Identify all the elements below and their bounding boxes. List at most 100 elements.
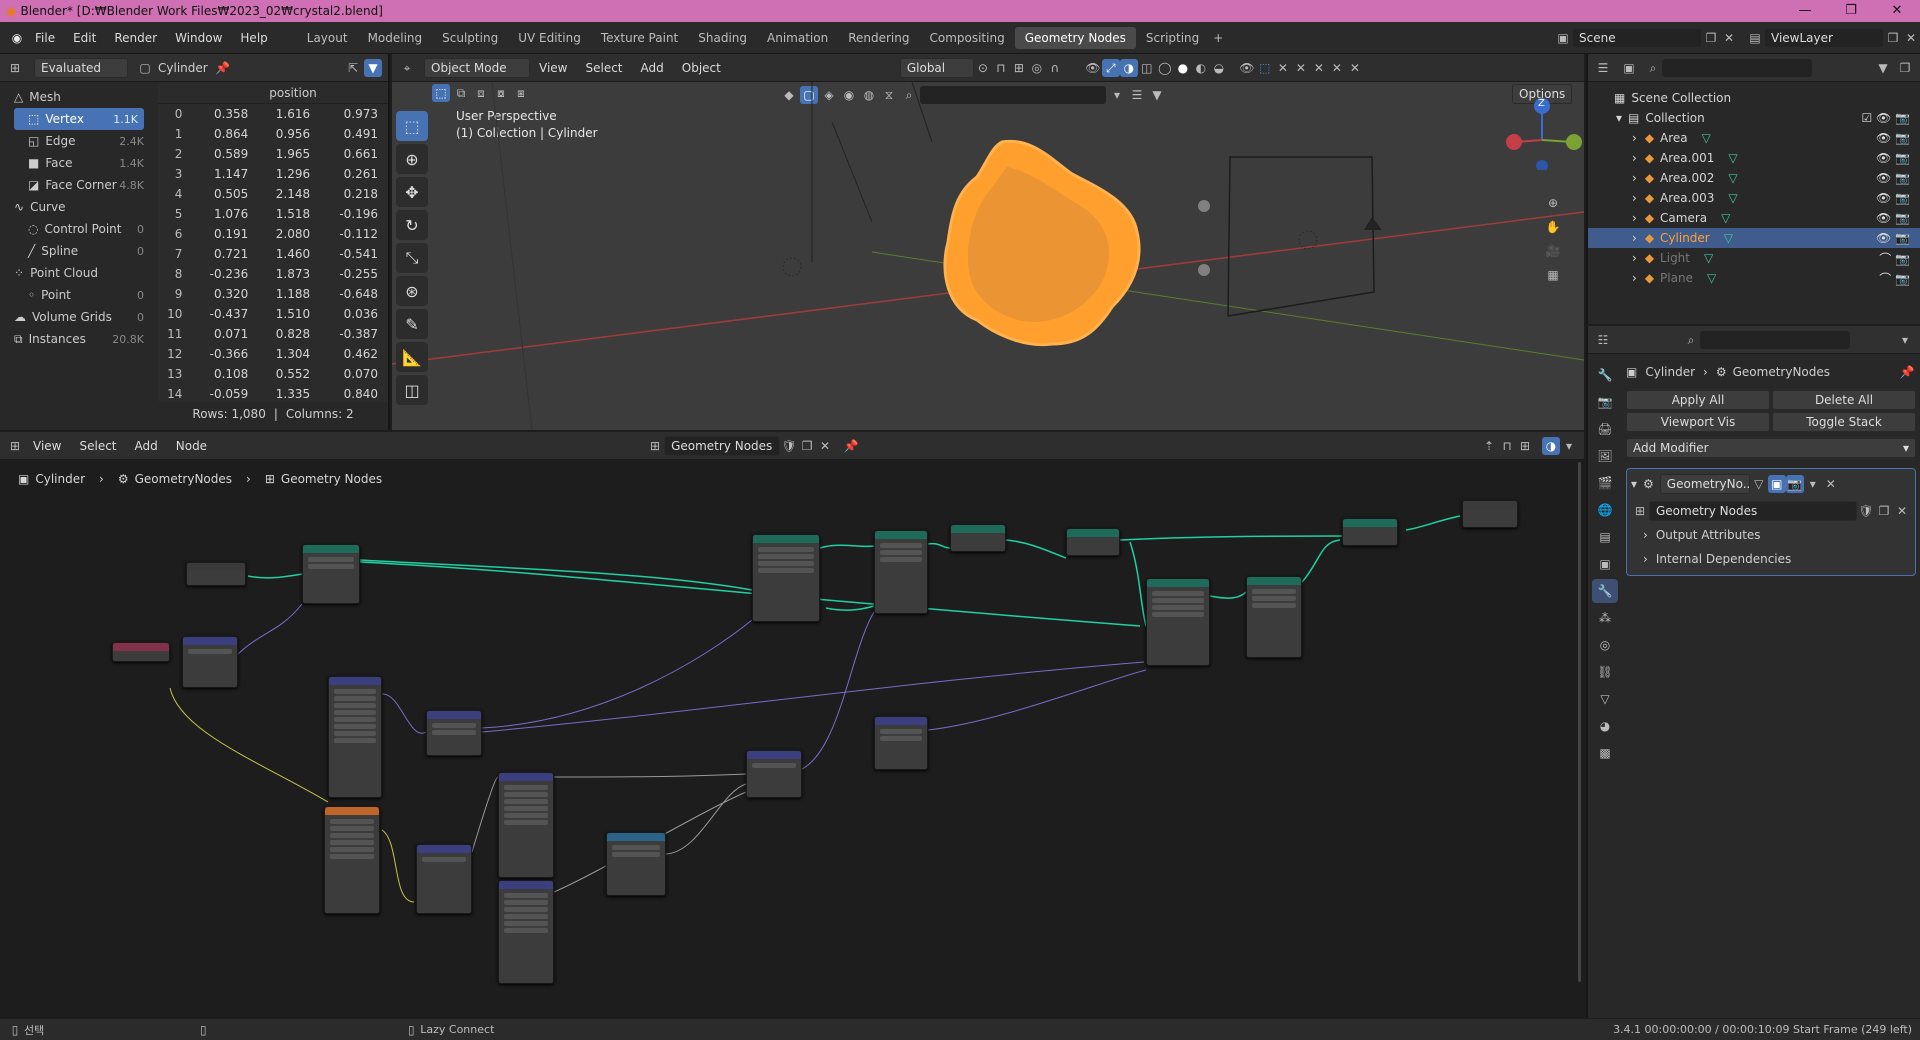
cursor-tool-icon[interactable]: ⊕ [396,144,428,174]
combine-xyz-node[interactable] [746,750,802,798]
annotate-tool-icon[interactable]: ✎ [396,309,428,339]
outliner-item-plane[interactable]: › ◆ Plane ▽ ⌒ 📷 [1588,268,1920,288]
tab-geometry-nodes[interactable]: Geometry Nodes [1014,26,1136,49]
transform-tool-icon[interactable]: ⊛ [396,276,428,306]
tab-layout[interactable]: Layout [297,27,358,49]
internal-dependencies-panel[interactable]: › Internal Dependencies [1631,547,1911,571]
editor-type-icon[interactable]: ⊞ [6,59,24,77]
proportional-edit-icon[interactable]: ◎ [1028,59,1046,77]
tab-rendering[interactable]: Rendering [838,27,919,49]
display-mode-icon[interactable]: ▣ [1620,59,1638,77]
falloff-icon[interactable]: ∩ [1046,59,1064,77]
world-tab-icon[interactable]: 🌐 [1592,498,1618,522]
tool-tab-icon[interactable]: 🔧 [1592,363,1618,387]
material-shading-icon[interactable]: ◐ [1192,59,1210,77]
random-value-node[interactable] [328,676,382,798]
outliner-item-area-002[interactable]: › ◆ Area.002 ▽ 👁 📷 [1588,168,1920,188]
pan-hand-icon[interactable]: ✋ [1544,218,1562,236]
group-input-node[interactable] [186,562,246,586]
outliner-item-cylinder[interactable]: › ◆ Cylinder ▽ 👁 📷 [1588,228,1920,248]
node-editor[interactable]: ⊞ View Select Add Node ⊞ Geometry Nodes … [0,432,1584,1018]
material-tab-icon[interactable]: ◕ [1592,714,1618,738]
domain-vertex[interactable]: ⬚ Vertex 1.1K [14,108,144,130]
join-geometry-node-2[interactable] [1342,518,1398,546]
node-editor-scrollbar[interactable] [1578,462,1581,982]
add-modifier-dropdown[interactable]: Add Modifier ▾ [1626,438,1916,458]
domain-point[interactable]: ◦ Point 0 [8,284,150,306]
domain-edge[interactable]: ◱ Edge 2.4K [8,130,150,152]
mesh-filter-icon-2[interactable]: ✕ [1292,59,1310,77]
physics-tab-icon[interactable]: ◎ [1592,633,1618,657]
distribute-points-node[interactable] [752,534,820,622]
select-tool-icon[interactable]: ⬚ [396,111,428,141]
zoom-icon[interactable]: ⊕ [1544,194,1562,212]
duplicate-icon[interactable]: ❐ [1875,502,1893,520]
snap-icon[interactable]: ⊓ [992,59,1010,77]
view-layer-tab-icon[interactable]: 🖼 [1592,444,1618,468]
expand-arrow-icon[interactable]: › [1632,211,1637,225]
remove-modifier-icon[interactable]: ✕ [1822,475,1840,493]
domain-volume-grids[interactable]: ☁ Volume Grids 0 [8,306,150,328]
mesh-filter-icon-4[interactable]: ✕ [1328,59,1346,77]
menu-window[interactable]: Window [166,31,231,45]
expand-arrow-icon[interactable]: › [1632,191,1637,205]
expand-arrow-icon[interactable]: › [1632,251,1637,265]
tab-animation[interactable]: Animation [757,27,838,49]
expand-arrow-icon[interactable]: ▾ [1616,111,1622,125]
data-tab-icon[interactable]: ▽ [1592,687,1618,711]
outliner-item-camera[interactable]: › ◆ Camera ▽ 👁 📷 [1588,208,1920,228]
object-data-icon[interactable]: ▽ [1702,131,1711,145]
texture-tab-icon[interactable]: ▩ [1592,741,1618,765]
properties-search-input[interactable] [1700,330,1850,349]
domain-instances[interactable]: ⧉ Instances 20.8K [8,328,150,350]
modifier-name-field[interactable]: GeometryNo... [1659,474,1750,494]
domain-curve[interactable]: ∿ Curve [8,196,150,218]
modifier-tab-icon[interactable]: 🔧 [1592,579,1618,603]
new-view-layer-icon[interactable]: ❐ [1884,29,1902,47]
mesh-filter-icon-3[interactable]: ✕ [1310,59,1328,77]
scene-tab-icon[interactable]: 🎬 [1592,471,1618,495]
menu-edit[interactable]: Edit [64,31,105,45]
scene-selector[interactable]: Scene [1572,27,1702,48]
visibility-icons[interactable]: ⌒ 📷 [1879,250,1910,267]
tab-scripting[interactable]: Scripting [1136,27,1209,49]
noise-texture-node[interactable] [324,806,380,914]
tab-modeling[interactable]: Modeling [358,27,433,49]
ortho-grid-icon[interactable]: ▦ [1544,266,1562,284]
restrict-view-icon[interactable]: 👁 [1238,59,1256,77]
dropdown-icon[interactable]: ▾ [1804,475,1822,493]
minimize-button[interactable]: — [1782,0,1828,22]
evaluation-mode-dropdown[interactable]: Evaluated [34,57,128,78]
instance-on-points-node[interactable] [874,530,928,614]
delete-view-layer-icon[interactable]: ✕ [1902,29,1920,47]
scale-vector-node[interactable] [182,636,238,688]
viewport-menu-select[interactable]: Select [576,61,631,75]
expand-arrow-icon[interactable]: › [1632,271,1637,285]
outliner-item-area[interactable]: › ◆ Area ▽ 👁 📷 [1588,128,1920,148]
switch-node[interactable] [606,832,666,896]
rotate-tool-icon[interactable]: ↻ [396,210,428,240]
new-scene-icon[interactable]: ❐ [1702,29,1720,47]
outliner-item-area-001[interactable]: › ◆ Area.001 ▽ 👁 📷 [1588,148,1920,168]
object-data-icon[interactable]: ▽ [1728,191,1737,205]
separate-color-node[interactable] [416,844,472,914]
domain-point-cloud[interactable]: ⁘ Point Cloud [8,262,150,284]
filter-icon[interactable]: ▼ [364,58,382,77]
domain-face-corner[interactable]: ◪ Face Corner 4.8K [8,174,150,196]
add-cube-tool-icon[interactable]: ◫ [396,375,428,405]
move-tool-icon[interactable]: ✥ [396,177,428,207]
menu-render[interactable]: Render [105,31,166,45]
delete-all-button[interactable]: Delete All [1772,390,1916,410]
expand-arrow-icon[interactable]: › [1632,151,1637,165]
measure-tool-icon[interactable]: 📐 [396,342,428,372]
options-chevron-icon[interactable]: ▾ [1896,331,1914,349]
instance-on-points-node-2[interactable] [1246,576,1302,658]
join-geometry-node[interactable] [1066,528,1120,556]
particles-tab-icon[interactable]: ⁂ [1592,606,1618,630]
restrict-select-icon[interactable]: ⬚ [1256,59,1274,77]
tab-uv-editing[interactable]: UV Editing [508,27,591,49]
selected-only-icon[interactable]: ⇱ [344,59,362,77]
3d-viewport[interactable]: ⌖ Object Mode View Select Add Object Glo… [392,54,1584,430]
search-icon[interactable]: ⌕ [1682,331,1700,349]
column-header-position[interactable]: position [158,82,388,104]
